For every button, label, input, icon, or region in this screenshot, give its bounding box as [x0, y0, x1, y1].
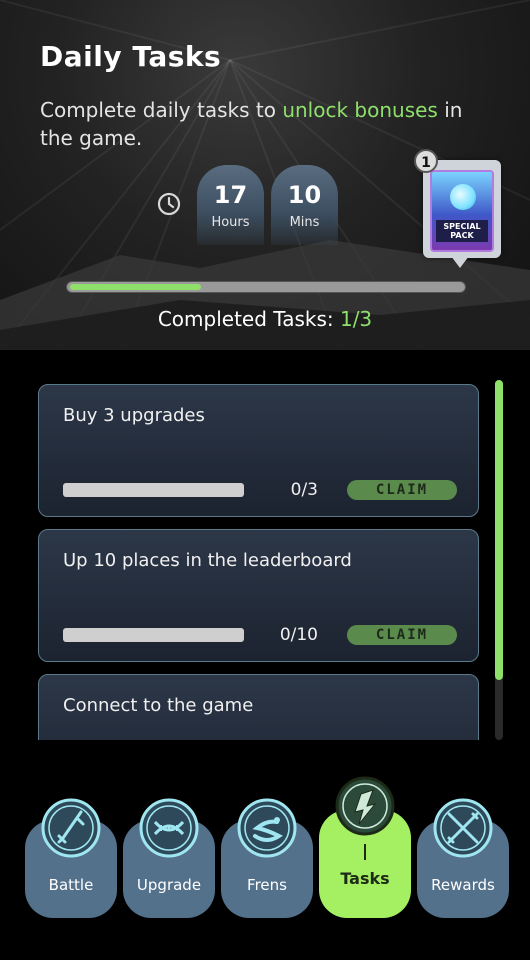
- nav-battle[interactable]: Battle: [25, 798, 117, 918]
- task-name: Buy 3 upgrades: [63, 405, 205, 426]
- task-card: Up 10 places in the leaderboard 0/10 CLA…: [38, 529, 479, 662]
- nav-tasks[interactable]: Tasks: [319, 776, 411, 918]
- tasks-icon: [335, 776, 395, 836]
- tasks-divider: [364, 844, 366, 860]
- snake-icon: [237, 798, 297, 858]
- nav-label: Rewards: [431, 876, 495, 894]
- task-progress-bar: [63, 628, 244, 642]
- subtitle-highlight: unlock bonuses: [282, 98, 438, 122]
- timer-hours: 17 Hours: [197, 165, 264, 245]
- task-count: 0/3: [290, 480, 318, 500]
- task-name: Up 10 places in the leaderboard: [63, 550, 352, 571]
- dna-icon: [139, 798, 199, 858]
- daily-progress-bar: [66, 281, 466, 293]
- pack-pointer: [451, 256, 469, 268]
- timer-mins: 10 Mins: [271, 165, 338, 245]
- timer-mins-label: Mins: [289, 215, 320, 230]
- pack-count-badge: 1: [414, 149, 438, 173]
- nav-label: Tasks: [340, 869, 390, 888]
- page-title: Daily Tasks: [40, 40, 222, 73]
- completed-label: Completed Tasks:: [157, 307, 340, 331]
- daily-progress-fill: [70, 284, 201, 290]
- task-card: Connect to the game: [38, 674, 479, 740]
- task-name: Connect to the game: [63, 695, 254, 716]
- timer-hours-value: 17: [213, 181, 248, 209]
- task-count: 0/10: [279, 625, 318, 645]
- task-list-scrollbar[interactable]: [495, 380, 503, 740]
- nav-label: Battle: [48, 876, 94, 894]
- nav-frens[interactable]: Frens: [221, 798, 313, 918]
- subtitle-text: Complete daily tasks to: [40, 98, 283, 122]
- task-list[interactable]: Buy 3 upgrades 0/3 CLAIM Up 10 places in…: [38, 384, 482, 740]
- claim-button[interactable]: CLAIM: [347, 625, 457, 645]
- swords-icon: [433, 798, 493, 858]
- task-card: Buy 3 upgrades 0/3 CLAIM: [38, 384, 479, 517]
- nav-label: Upgrade: [136, 876, 202, 894]
- clock-icon: [157, 192, 181, 216]
- timer-mins-value: 10: [287, 181, 322, 209]
- special-pack-reward[interactable]: SPECIAL PACK: [423, 160, 501, 268]
- nav-rewards[interactable]: Rewards: [417, 798, 509, 918]
- completed-value: 1/3: [339, 307, 373, 331]
- nav-upgrade[interactable]: Upgrade: [123, 798, 215, 918]
- nav-label: Frens: [247, 876, 287, 894]
- completed-tasks: Completed Tasks: 1/3: [0, 307, 530, 331]
- scrollbar-thumb[interactable]: [495, 380, 503, 680]
- pack-art: SPECIAL PACK: [430, 170, 494, 252]
- pack-label: SPECIAL PACK: [436, 220, 488, 242]
- bottom-navigation: Battle Upgrade Frens Tasks Rewards: [0, 770, 530, 960]
- timer-hours-label: Hours: [211, 215, 250, 230]
- page-subtitle: Complete daily tasks to unlock bonuses i…: [40, 96, 480, 152]
- dagger-icon: [41, 798, 101, 858]
- claim-button[interactable]: CLAIM: [347, 480, 457, 500]
- task-progress-bar: [63, 483, 244, 497]
- header: Daily Tasks Complete daily tasks to unlo…: [0, 0, 530, 350]
- moon-icon: [450, 184, 476, 210]
